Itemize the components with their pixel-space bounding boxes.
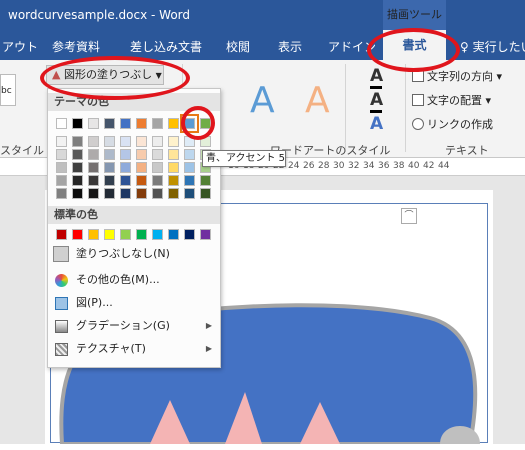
theme-shade-swatch[interactable]: [152, 136, 163, 147]
gradient-icon: [55, 320, 68, 333]
picture-icon: [55, 297, 68, 310]
theme-shade-swatch[interactable]: [72, 149, 83, 160]
theme-shade-swatch[interactable]: [72, 188, 83, 199]
theme-shade-swatch[interactable]: [200, 175, 211, 186]
standard-color-swatch[interactable]: [152, 229, 163, 240]
theme-shade-swatch[interactable]: [120, 162, 131, 173]
swatch-tooltip: 青、アクセント 5: [202, 150, 286, 167]
theme-shade-swatch[interactable]: [168, 188, 179, 199]
more-colors-label: その他の色(M)...: [76, 273, 160, 286]
theme-shade-swatch[interactable]: [56, 136, 67, 147]
submenu-arrow-icon: ▶: [205, 321, 212, 330]
theme-shade-swatch[interactable]: [104, 136, 115, 147]
theme-shade-swatch[interactable]: [168, 162, 179, 173]
theme-shade-swatch[interactable]: [56, 149, 67, 160]
theme-shade-swatch[interactable]: [120, 149, 131, 160]
no-fill-label: 塗りつぶしなし(N): [76, 247, 170, 260]
theme-shade-swatch[interactable]: [88, 175, 99, 186]
standard-color-swatch[interactable]: [104, 229, 115, 240]
theme-color-swatch[interactable]: [152, 118, 163, 129]
theme-shade-swatch[interactable]: [136, 188, 147, 199]
theme-color-swatch[interactable]: [104, 118, 115, 129]
picture-fill-item[interactable]: 図(P)...: [48, 292, 220, 314]
theme-shade-swatch[interactable]: [120, 188, 131, 199]
theme-shade-swatch[interactable]: [104, 188, 115, 199]
texture-label: テクスチャ(T): [76, 342, 146, 355]
theme-shade-swatch[interactable]: [136, 162, 147, 173]
theme-shade-swatch[interactable]: [120, 136, 131, 147]
standard-color-swatch[interactable]: [88, 229, 99, 240]
theme-shade-swatch[interactable]: [136, 175, 147, 186]
picture-label: 図(P)...: [76, 296, 113, 309]
theme-shade-swatch[interactable]: [184, 175, 195, 186]
theme-shade-swatch[interactable]: [104, 149, 115, 160]
theme-shade-swatch[interactable]: [168, 136, 179, 147]
theme-color-swatch[interactable]: [120, 118, 131, 129]
standard-color-swatch[interactable]: [200, 229, 211, 240]
no-fill-item[interactable]: 塗りつぶしなし(N): [48, 243, 220, 265]
standard-color-swatch[interactable]: [184, 229, 195, 240]
theme-shade-swatch[interactable]: [152, 162, 163, 173]
color-wheel-icon: [55, 274, 68, 287]
theme-shade-swatch[interactable]: [184, 162, 195, 173]
theme-color-swatch[interactable]: [168, 118, 179, 129]
texture-icon: [55, 343, 68, 356]
gradient-fill-item[interactable]: グラデーション(G) ▶: [48, 315, 220, 337]
theme-shade-swatch[interactable]: [72, 162, 83, 173]
standard-color-swatch[interactable]: [136, 229, 147, 240]
annotation-ellipse: [181, 106, 215, 140]
theme-shade-swatch[interactable]: [104, 175, 115, 186]
standard-colors-header: 標準の色: [48, 206, 220, 224]
theme-shade-swatch[interactable]: [104, 162, 115, 173]
theme-color-swatch[interactable]: [56, 118, 67, 129]
theme-shade-swatch[interactable]: [56, 175, 67, 186]
theme-shade-swatch[interactable]: [152, 188, 163, 199]
theme-color-swatch[interactable]: [72, 118, 83, 129]
standard-color-swatch[interactable]: [168, 229, 179, 240]
annotation-ellipse: [367, 28, 460, 72]
theme-shade-swatch[interactable]: [88, 149, 99, 160]
annotation-ellipse: [40, 56, 190, 100]
theme-shade-swatch[interactable]: [152, 175, 163, 186]
gradient-label: グラデーション(G): [76, 319, 170, 332]
standard-color-swatch[interactable]: [120, 229, 131, 240]
theme-shade-swatch[interactable]: [136, 136, 147, 147]
theme-shade-swatch[interactable]: [88, 188, 99, 199]
theme-shade-swatch[interactable]: [120, 175, 131, 186]
submenu-arrow-icon: ▶: [205, 344, 212, 353]
theme-shade-swatch[interactable]: [56, 188, 67, 199]
more-colors-item[interactable]: その他の色(M)...: [48, 269, 220, 291]
no-fill-icon: [53, 246, 69, 262]
theme-shade-swatch[interactable]: [72, 175, 83, 186]
theme-shade-swatch[interactable]: [200, 188, 211, 199]
standard-color-swatch[interactable]: [56, 229, 67, 240]
theme-shade-swatch[interactable]: [184, 188, 195, 199]
standard-color-swatch[interactable]: [72, 229, 83, 240]
theme-shade-swatch[interactable]: [56, 162, 67, 173]
texture-fill-item[interactable]: テクスチャ(T) ▶: [48, 338, 220, 360]
theme-color-swatch[interactable]: [88, 118, 99, 129]
theme-shade-swatch[interactable]: [152, 149, 163, 160]
theme-shade-swatch[interactable]: [72, 136, 83, 147]
theme-shade-swatch[interactable]: [168, 175, 179, 186]
theme-shade-swatch[interactable]: [184, 149, 195, 160]
theme-shade-swatch[interactable]: [88, 136, 99, 147]
theme-color-swatch[interactable]: [136, 118, 147, 129]
theme-shade-swatch[interactable]: [136, 149, 147, 160]
theme-shade-swatch[interactable]: [168, 149, 179, 160]
theme-shade-swatch[interactable]: [88, 162, 99, 173]
